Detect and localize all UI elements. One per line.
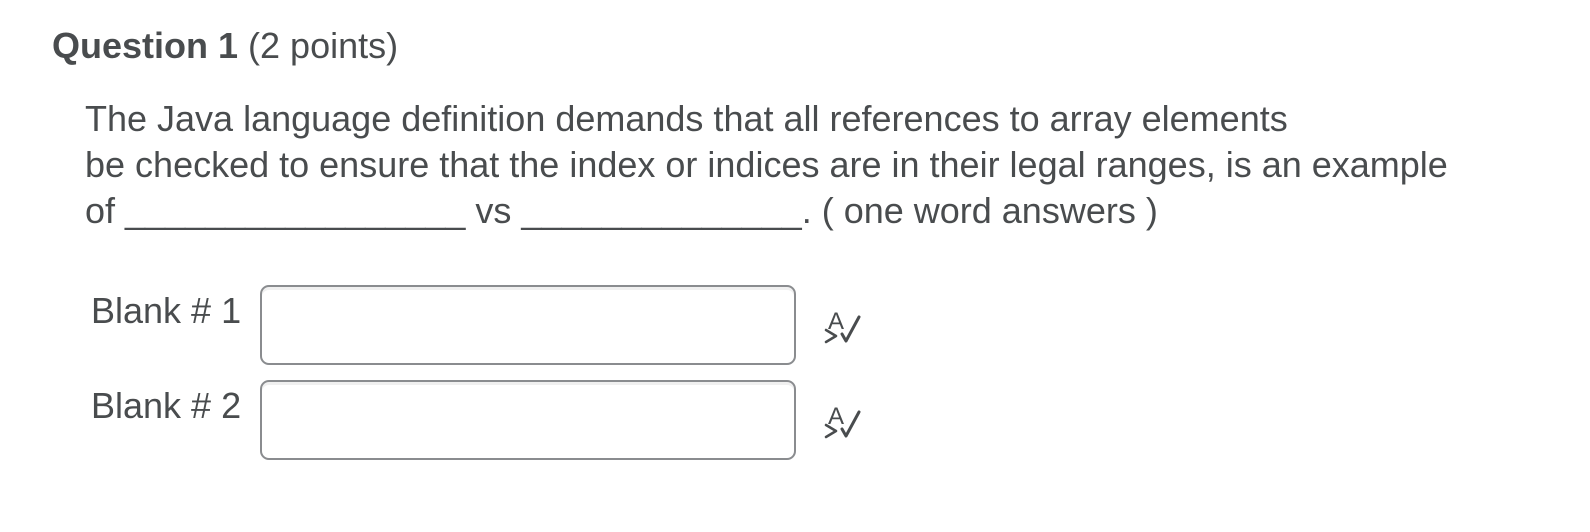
question-header: Question 1 (2 points) (52, 24, 398, 68)
question-points: (2 points) (248, 25, 399, 66)
question-title: Question 1 (52, 25, 239, 66)
blank-row-1: Blank # 1 A (0, 285, 1000, 367)
blank-2-label: Blank # 2 (91, 385, 242, 426)
blank-1-input[interactable] (260, 285, 796, 365)
svg-text:A: A (828, 403, 844, 430)
blank-1-label: Blank # 1 (91, 290, 242, 331)
blank-row-2: Blank # 2 A (0, 380, 1000, 462)
spell-check-icon[interactable]: A (822, 305, 866, 345)
question-text-line: The Java language definition demands tha… (85, 98, 1288, 139)
blank-2-input[interactable] (260, 380, 796, 460)
spell-check-icon[interactable]: A (822, 400, 866, 440)
svg-text:A: A (828, 308, 844, 335)
question-text-line: of _________________ vs ______________. … (85, 190, 1158, 231)
question-text-line: be checked to ensure that the index or i… (85, 144, 1448, 185)
question-text: The Java language definition demands tha… (85, 96, 1575, 234)
